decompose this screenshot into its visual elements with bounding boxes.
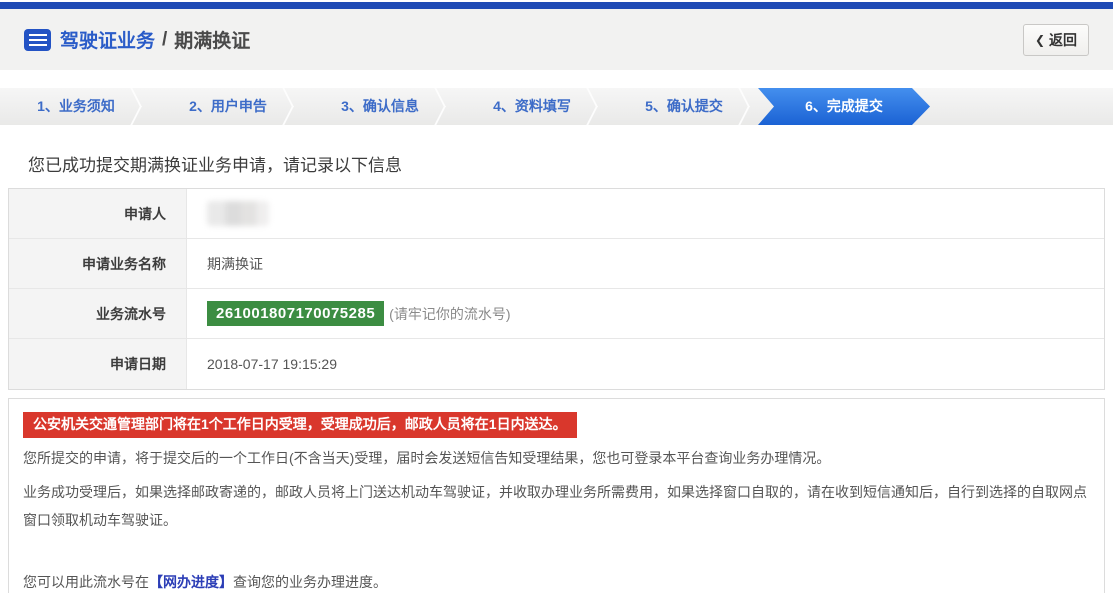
footer-suffix: 查询您的业务办理进度。 [233,574,387,590]
stepper-step[interactable]: 1、业务须知 [0,88,152,125]
step-label: 2、用户申告 [189,98,267,114]
table-row: 申请业务名称 期满换证 [9,239,1104,289]
step-label: 1、业务须知 [37,98,115,114]
notice-box: 公安机关交通管理部门将在1个工作日内受理，受理成功后，邮政人员将在1日内送达。 … [8,398,1105,593]
page-header: 驾驶证业务 / 期满换证 ❮ 返回 [0,9,1113,70]
breadcrumb-current: 期满换证 [174,26,250,53]
back-button[interactable]: ❮ 返回 [1023,24,1089,56]
row-label: 申请业务名称 [9,239,187,288]
table-row: 申请人 [9,189,1104,239]
progress-query-link[interactable]: 【网办进度】 [149,574,233,590]
info-table: 申请人 申请业务名称 期满换证 业务流水号 261001807170075285… [8,188,1105,390]
row-value: 期满换证 [187,254,263,274]
row-value: 261001807170075285 (请牢记你的流水号) [187,301,511,326]
notice-paragraph: 您所提交的申请，将于提交后的一个工作日(不含当天)受理，届时会发送短信告知受理结… [23,444,1090,472]
step-label: 6、完成提交 [805,98,883,114]
stepper-step[interactable]: 6、完成提交 [758,88,930,125]
step-label: 3、确认信息 [341,98,419,114]
stepper: 1、业务须知 2、用户申告 3、确认信息 4、资料填写 5、确认提交 6、完成提… [0,88,1113,125]
step-label: 4、资料填写 [493,98,571,114]
page-title: 驾驶证业务 [60,26,155,53]
list-icon [24,29,51,51]
notice-paragraph: 业务成功受理后，如果选择邮政寄递的，邮政人员将上门送达机动车驾驶证，并收取办理业… [23,478,1090,534]
row-value-text: 期满换证 [207,254,263,274]
stepper-step[interactable]: 4、资料填写 [456,88,608,125]
row-label: 业务流水号 [9,289,187,338]
stepper-step[interactable]: 2、用户申告 [152,88,304,125]
serial-note: (请牢记你的流水号) [389,304,510,324]
table-row: 申请日期 2018-07-17 19:15:29 [9,339,1104,389]
masked-applicant-name [207,201,269,226]
back-button-label: 返回 [1049,30,1077,50]
top-accent-bar [0,2,1113,9]
row-label: 申请日期 [9,339,187,389]
row-label: 申请人 [9,189,187,238]
breadcrumb-separator: / [162,29,167,51]
row-value-text: 2018-07-17 19:15:29 [207,356,337,372]
table-row: 业务流水号 261001807170075285 (请牢记你的流水号) [9,289,1104,339]
row-value [187,201,269,226]
serial-number: 261001807170075285 [207,301,384,326]
footer-prefix: 您可以用此流水号在 [23,574,149,590]
stepper-step[interactable]: 3、确认信息 [304,88,456,125]
stepper-step[interactable]: 5、确认提交 [608,88,760,125]
success-message: 您已成功提交期满换证业务申请，请记录以下信息 [28,151,1113,176]
step-label: 5、确认提交 [645,98,723,114]
row-value: 2018-07-17 19:15:29 [187,356,337,372]
notice-footer: 您可以用此流水号在【网办进度】查询您的业务办理进度。 [23,572,1090,592]
chevron-left-icon: ❮ [1035,33,1045,47]
notice-paragraphs: 您所提交的申请，将于提交后的一个工作日(不含当天)受理，届时会发送短信告知受理结… [23,444,1090,534]
alert-banner: 公安机关交通管理部门将在1个工作日内受理，受理成功后，邮政人员将在1日内送达。 [23,412,577,438]
